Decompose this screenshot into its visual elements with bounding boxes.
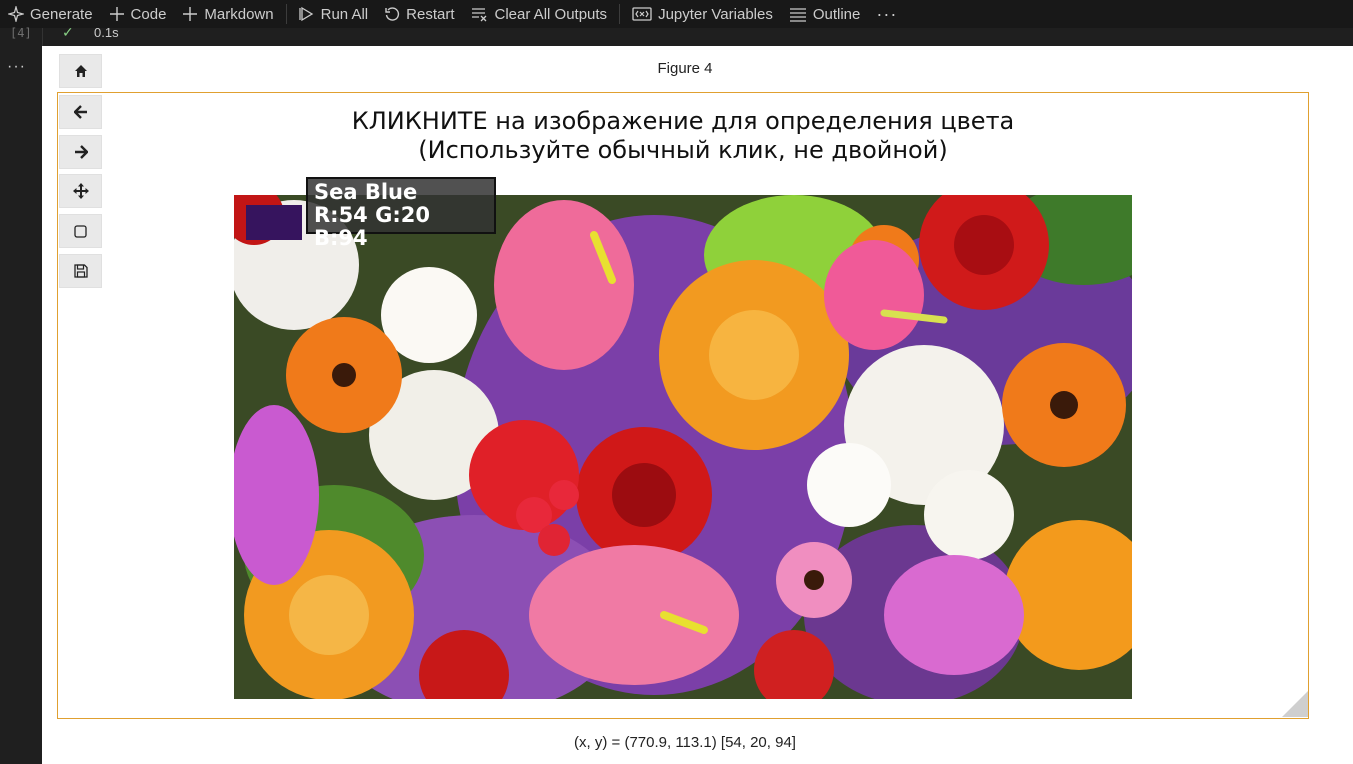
add-markdown-button[interactable]: Markdown (174, 0, 281, 28)
pan-button[interactable] (59, 174, 102, 208)
outline-button[interactable]: Outline (781, 0, 869, 28)
jupyter-variables-button[interactable]: Jupyter Variables (624, 0, 781, 28)
run-all-icon (298, 6, 313, 22)
run-all-button[interactable]: Run All (291, 0, 377, 28)
selected-color-swatch (246, 205, 302, 240)
toolbar-divider (285, 4, 287, 24)
pan-move-icon (72, 183, 89, 199)
add-code-label: Code (130, 5, 167, 23)
home-icon (74, 65, 87, 77)
jupyter-variables-label: Jupyter Variables (658, 5, 773, 23)
plus-icon (183, 7, 198, 21)
back-arrow-icon (73, 105, 87, 119)
plot-title-line1: КЛИКНИТЕ на изображение для определения … (351, 107, 1015, 135)
generate-label: Generate (30, 5, 93, 23)
execution-duration: 0.1s (94, 25, 119, 40)
restart-label: Restart (406, 5, 455, 23)
restart-icon (385, 7, 400, 21)
generate-button[interactable]: Generate (0, 0, 101, 28)
run-all-label: Run All (320, 5, 369, 23)
success-check-icon: ✓ (62, 24, 74, 40)
zoom-rect-icon (74, 224, 87, 238)
variables-icon (632, 7, 652, 21)
zoom-button[interactable] (59, 214, 102, 248)
cursor-status: (x, y) = (770.9, 113.1) [54, 20, 94] (574, 734, 796, 751)
color-rgb: R:54 G:20 B:94 (314, 203, 430, 250)
add-code-button[interactable]: Code (101, 0, 175, 28)
color-info-box: Sea Blue R:54 G:20 B:94 (306, 177, 496, 250)
forward-button[interactable] (59, 135, 102, 169)
plus-icon (109, 7, 124, 21)
home-button[interactable] (59, 54, 102, 88)
more-actions-button[interactable]: ··· (868, 4, 905, 25)
execution-count: [4] (10, 26, 32, 40)
restart-button[interactable]: Restart (376, 0, 462, 28)
plot-title: КЛИКНИТЕ на изображение для определения … (234, 107, 1132, 165)
figure-label: Figure 4 (657, 60, 713, 77)
outline-list-icon (789, 8, 806, 22)
outline-label: Outline (812, 5, 861, 23)
toolbar-divider (619, 4, 621, 24)
resize-handle-icon[interactable] (1282, 691, 1308, 717)
plot-title-line2: (Используйте обычный клик, не двойной) (418, 136, 948, 164)
clear-all-outputs-button[interactable]: Clear All Outputs (463, 0, 616, 28)
cell-status-bar (42, 28, 1353, 46)
forward-arrow-icon (74, 145, 88, 159)
add-markdown-label: Markdown (204, 5, 274, 23)
sparkle-icon (8, 6, 24, 22)
flowers-image[interactable] (234, 195, 1132, 699)
notebook-toolbar: Generate Code Markdown Run All Restart C… (0, 0, 1353, 28)
cell-gutter (0, 28, 42, 764)
clear-outputs-icon (471, 8, 486, 22)
save-icon (73, 264, 88, 278)
cell-more-button[interactable]: ··· (7, 58, 26, 76)
save-figure-button[interactable] (59, 254, 102, 288)
color-name: Sea Blue (314, 180, 418, 204)
clear-all-outputs-label: Clear All Outputs (494, 5, 608, 23)
back-button[interactable] (59, 95, 102, 129)
